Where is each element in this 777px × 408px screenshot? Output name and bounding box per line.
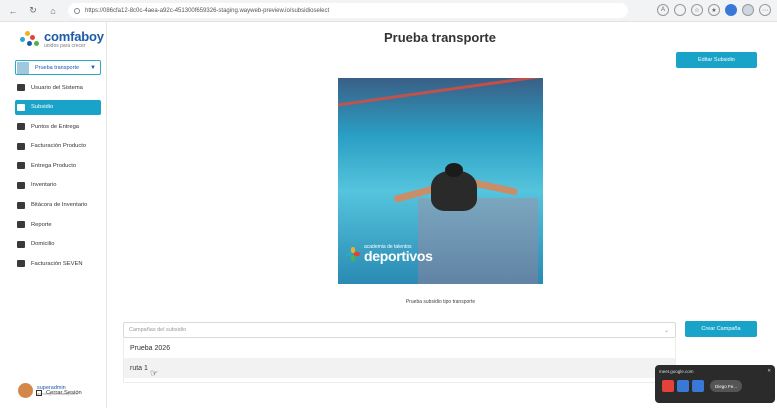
campaign-option[interactable]: ruta 1 <box>124 358 675 378</box>
sidebar-item-bitacora-de-inventario[interactable]: Bitácora de Inventario <box>15 198 101 213</box>
pointer-cursor-icon: ☞ <box>150 368 159 378</box>
brand-name: comfaboy <box>44 29 104 44</box>
star-icon[interactable]: ☆ <box>691 4 703 16</box>
inventory-icon <box>17 181 25 189</box>
create-campaign-button[interactable]: Crear Campaña <box>685 321 757 337</box>
avatar <box>18 383 33 398</box>
close-icon[interactable]: ✕ <box>767 368 771 374</box>
logout-icon <box>36 390 42 396</box>
sidebar-item-label: Inventario <box>31 182 57 189</box>
campaign-dropdown: Prueba 2026 ruta 1 <box>123 338 676 383</box>
participant-chip[interactable]: Diego Fe... <box>710 380 743 392</box>
subsidy-thumbnail <box>17 61 29 74</box>
edit-subsidy-button[interactable]: Editar Subsidio <box>676 52 757 68</box>
reload-icon[interactable]: ↻ <box>26 4 40 18</box>
record-icon[interactable] <box>662 380 674 392</box>
browser-toolbar: ← ↻ ⌂ https://086cfa12-8c0c-4aea-a92c-45… <box>0 0 777 22</box>
swimmer-figure <box>393 163 519 223</box>
truck-icon <box>17 240 25 248</box>
sidebar-item-label: Reporte <box>31 221 52 228</box>
reader-icon[interactable]: A <box>657 4 669 16</box>
campaign-select-placeholder: Campañas del subsidio <box>129 327 187 333</box>
logo-mark-icon <box>20 31 40 47</box>
subsidy-selector[interactable]: Prueba transporte ▼ <box>15 60 101 75</box>
url-text: https://086cfa12-8c0c-4aea-a92c-451300f6… <box>85 7 330 14</box>
academy-name: deportivos <box>364 248 433 264</box>
meet-overlay: meet.google.com ✕ Diego Fe... <box>655 365 775 403</box>
subsidy-image: academia de talentos deportivos <box>338 78 543 284</box>
sidebar-item-label: Domicilio <box>31 241 55 248</box>
sidebar-item-label: Facturación SEVEN <box>31 260 83 267</box>
academy-star-icon <box>346 246 360 261</box>
share-icon[interactable] <box>677 380 689 392</box>
participant-name: Diego Fe... <box>715 383 738 389</box>
subsidy-selector-label: Prueba transporte <box>35 64 80 71</box>
site-info-icon[interactable] <box>74 7 80 14</box>
extension-icon[interactable] <box>725 4 737 16</box>
sidebar-item-facturacion-producto[interactable]: Facturación Producto <box>15 139 101 154</box>
subsidy-description: Prueba subsidio tipo transporte <box>405 299 476 305</box>
sidebar-item-label: Puntos de Entrega <box>31 123 80 130</box>
zoom-icon[interactable] <box>674 4 686 16</box>
package-icon <box>17 162 25 170</box>
sidebar-item-subsidio[interactable]: Subsidio <box>15 99 101 115</box>
sidebar-item-label: Usuario del Sistema <box>31 84 83 91</box>
sidebar-item-facturacion-seven[interactable]: Facturación SEVEN <box>15 256 101 271</box>
academy-logo: academia de talentos deportivos <box>346 244 433 263</box>
sidebar-item-entrega-producto[interactable]: Entrega Producto <box>15 158 101 173</box>
profile-icon[interactable] <box>742 4 754 16</box>
campaign-select[interactable]: Campañas del subsidio ⌄ <box>123 322 676 338</box>
chevron-down-icon: ⌄ <box>663 327 669 334</box>
pen-icon[interactable] <box>692 380 704 392</box>
sidebar-item-reporte[interactable]: Reporte <box>15 217 101 232</box>
back-icon[interactable]: ← <box>6 4 20 18</box>
home-icon[interactable]: ⌂ <box>46 4 60 18</box>
sidebar-item-inventario[interactable]: Inventario <box>15 178 101 193</box>
brand-logo: comfaboy unidos para crecer <box>20 29 104 49</box>
user-icon <box>17 103 25 111</box>
sidebar-menu: Usuario del Sistema Subsidio Puntos de E… <box>15 80 101 276</box>
log-icon <box>17 201 25 209</box>
invoice-icon <box>17 260 25 268</box>
sidebar-item-label: Facturación Producto <box>31 143 87 150</box>
user-icon <box>17 84 25 91</box>
page-title: Prueba transporte <box>384 30 496 45</box>
sidebar-item-domicilio[interactable]: Domicilio <box>15 237 101 252</box>
more-menu-icon[interactable]: ⋯ <box>759 4 771 16</box>
meet-site-label: meet.google.com <box>659 368 694 374</box>
report-icon <box>17 221 25 229</box>
pin-icon <box>17 123 25 131</box>
sidebar-item-label: Subsidio <box>31 104 54 111</box>
sidebar-item-usuario-del-sistema[interactable]: Usuario del Sistema <box>15 80 101 95</box>
address-bar[interactable]: https://086cfa12-8c0c-4aea-a92c-451300f6… <box>68 3 628 18</box>
sidebar-item-label: Entrega Producto <box>31 162 77 169</box>
sidebar-item-puntos-de-entrega[interactable]: Puntos de Entrega <box>15 119 101 134</box>
logout-label: Cerrar Sesión <box>46 390 82 396</box>
sidebar: comfaboy unidos para crecer Prueba trans… <box>0 22 107 408</box>
logout-button[interactable]: Cerrar Sesión <box>36 390 82 396</box>
campaign-option[interactable]: Prueba 2026 <box>124 338 675 358</box>
favorites-icon[interactable]: ★ <box>708 4 720 16</box>
sidebar-item-label: Bitácora de Inventario <box>31 202 88 209</box>
invoice-icon <box>17 142 25 150</box>
chevron-down-icon: ▼ <box>90 64 96 71</box>
